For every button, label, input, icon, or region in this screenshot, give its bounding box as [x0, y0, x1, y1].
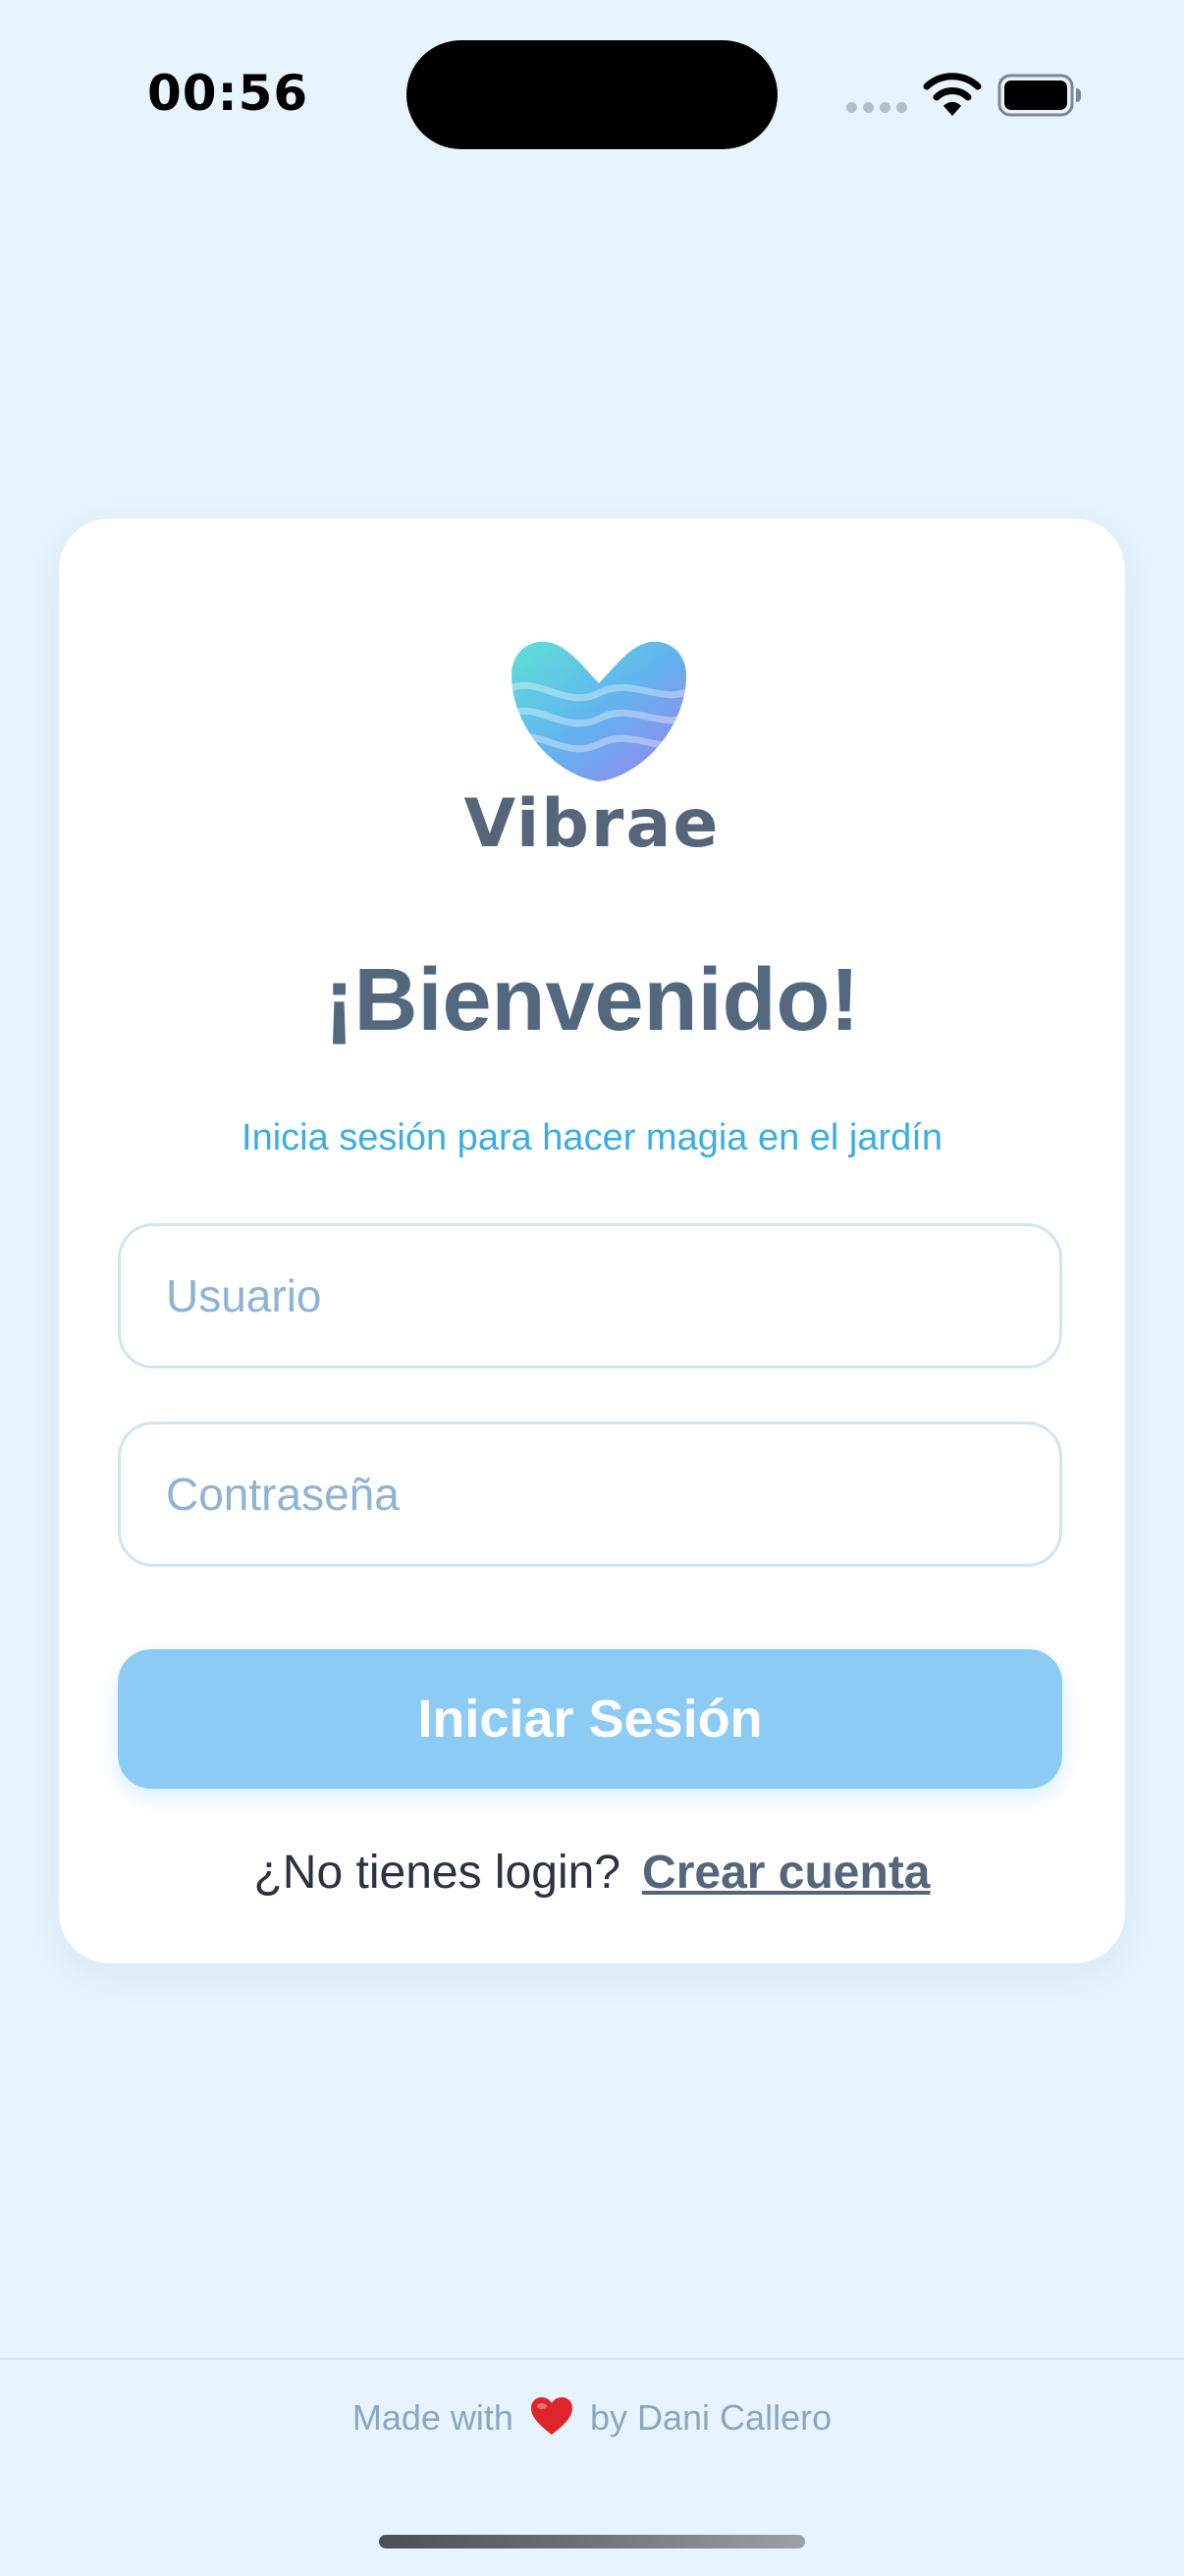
no-account-text: ¿No tienes login?	[253, 1847, 621, 1899]
red-heart-icon	[530, 2397, 572, 2436]
login-button[interactable]: Iniciar Sesión	[118, 1649, 1062, 1789]
home-indicator[interactable]	[379, 2535, 805, 2549]
app-logo-text: Vibrae	[463, 785, 721, 863]
dynamic-island	[406, 40, 778, 149]
status-time: 00:56	[147, 65, 309, 122]
footer-made-with: Made with	[351, 2397, 513, 2438]
wifi-icon	[923, 73, 982, 116]
page-subtitle: Inicia sesión para hacer magia en el jar…	[242, 1117, 942, 1158]
login-card: Vibrae ¡Bienvenido! Inicia sesión para h…	[59, 518, 1125, 1963]
wave-heart-logo	[511, 641, 686, 781]
username-input[interactable]	[118, 1223, 1062, 1368]
status-bar: 00:56	[0, 0, 1184, 196]
footer-credit: Made with by Dani Callero	[0, 2397, 1184, 2441]
cellular-signal-icon	[846, 102, 907, 116]
footer-author: by Dani Callero	[589, 2397, 833, 2438]
signup-prompt: ¿No tienes login? Crear cuenta	[59, 1846, 1125, 1900]
battery-icon	[997, 74, 1081, 117]
password-input[interactable]	[118, 1422, 1062, 1567]
create-account-link[interactable]: Crear cuenta	[642, 1847, 930, 1899]
page-title: ¡Bienvenido!	[324, 951, 860, 1049]
